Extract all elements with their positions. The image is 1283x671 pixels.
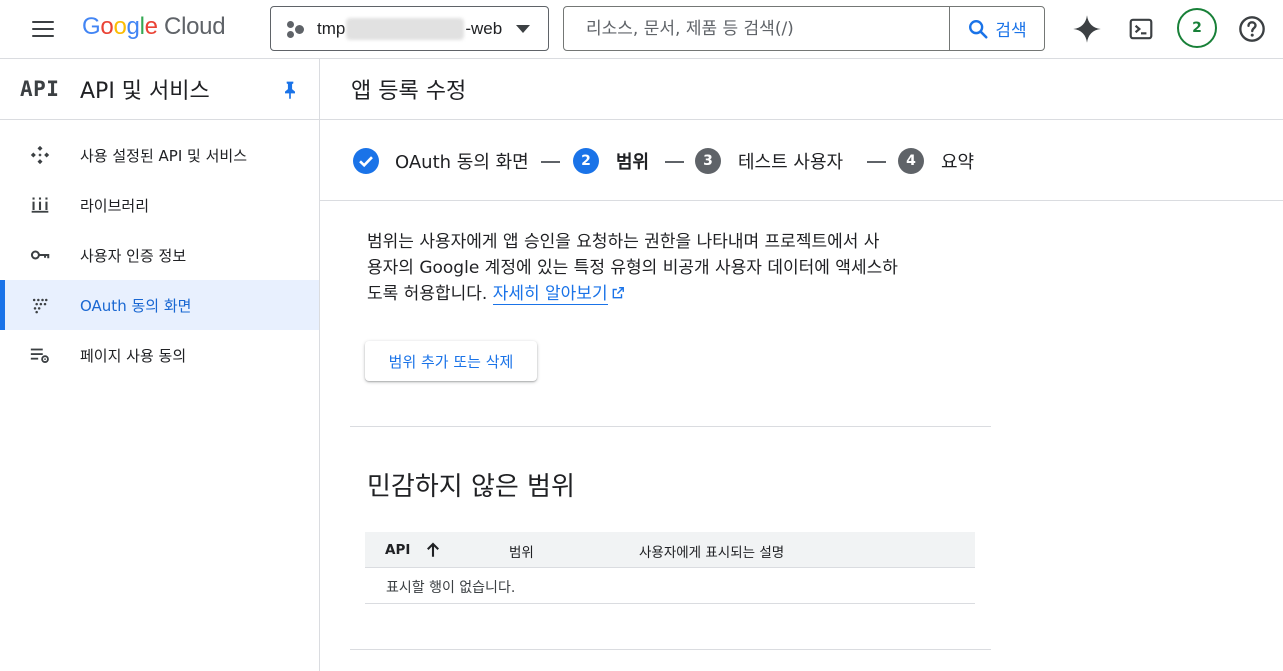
step-summary[interactable]: 4 요약 — [898, 148, 974, 174]
step-connector — [665, 161, 684, 163]
main-content: 앱 등록 수정 OAuth 동의 화면 2 범위 3 테스트 사용자 4 요약 … — [320, 59, 1283, 671]
sidebar-item-enabled-apis[interactable]: 사용 설정된 API 및 서비스 — [0, 130, 319, 180]
step-test-users[interactable]: 3 테스트 사용자 — [695, 148, 843, 174]
sidebar: API API 및 서비스 사용 설정된 API 및 서비스 라이브러리 사용자… — [0, 59, 320, 671]
sort-arrow-up-icon — [427, 542, 440, 557]
logo-letter: e — [144, 13, 158, 40]
step-oauth-consent[interactable]: OAuth 동의 화면 — [353, 148, 529, 174]
sidebar-item-credentials[interactable]: 사용자 인증 정보 — [0, 230, 319, 280]
logo-letter: o — [100, 13, 114, 40]
library-icon — [29, 194, 51, 216]
google-cloud-logo[interactable]: Google Cloud — [82, 13, 226, 41]
notification-badge[interactable]: 2 — [1177, 8, 1217, 48]
add-remove-scopes-button[interactable]: 범위 추가 또는 삭제 — [365, 341, 537, 381]
project-name: tmp -web — [317, 17, 503, 40]
step-connector — [867, 161, 886, 163]
scopes-table: API 범위 사용자에게 표시되는 설명 표시할 행이 없습니다. — [365, 532, 975, 604]
cloud-shell-terminal-icon[interactable] — [1124, 12, 1158, 46]
column-header-api[interactable]: API — [385, 541, 442, 559]
sidebar-item-library[interactable]: 라이브러리 — [0, 180, 319, 230]
non-sensitive-scopes-title: 민감하지 않은 범위 — [367, 472, 575, 502]
api-logo-icon: API — [20, 77, 60, 101]
top-bar: Google Cloud tmp-web 검색 2 — [0, 0, 1283, 59]
oauth-dots-icon — [29, 294, 51, 316]
pin-icon[interactable] — [280, 79, 300, 101]
scopes-description: 범위는 사용자에게 앱 승인을 요청하는 권한을 나타내며 프로젝트에서 사 용… — [367, 232, 898, 305]
section-divider — [350, 426, 991, 427]
table-empty-row: 표시할 행이 없습니다. — [365, 568, 975, 604]
redacted-project-id — [346, 17, 465, 40]
page-title: 앱 등록 수정 — [351, 79, 467, 104]
search-bar: 검색 — [563, 6, 1045, 51]
sidebar-nav: 사용 설정된 API 및 서비스 라이브러리 사용자 인증 정보 OAuth 동… — [0, 120, 319, 380]
logo-letter: G — [82, 13, 101, 40]
project-picker[interactable]: tmp -web — [270, 6, 549, 51]
main-menu-icon[interactable] — [31, 17, 55, 41]
column-header-user-facing-description[interactable]: 사용자에게 표시되는 설명 — [639, 541, 784, 561]
external-link-icon — [612, 287, 624, 299]
step-scopes[interactable]: 2 범위 — [573, 148, 649, 174]
stepper: OAuth 동의 화면 2 범위 3 테스트 사용자 4 요약 — [320, 120, 1283, 201]
step-number: 3 — [695, 148, 721, 174]
help-icon[interactable] — [1235, 12, 1269, 46]
sidebar-header: API API 및 서비스 — [0, 59, 319, 120]
step-number: 2 — [573, 148, 599, 174]
sidebar-item-oauth-consent[interactable]: OAuth 동의 화면 — [0, 280, 319, 330]
logo-letter: o — [113, 13, 127, 40]
search-input[interactable] — [564, 7, 949, 50]
logo-letter: g — [126, 13, 140, 40]
column-header-scope[interactable]: 범위 — [509, 541, 534, 561]
check-circle-icon — [353, 148, 379, 174]
gemini-sparkle-icon[interactable] — [1070, 12, 1104, 46]
step-connector — [541, 161, 560, 163]
key-icon — [29, 244, 51, 266]
page-header: 앱 등록 수정 — [320, 59, 1283, 120]
search-icon — [969, 19, 988, 39]
learn-more-link[interactable]: 자세히 알아보기 — [492, 284, 608, 305]
chevron-down-icon — [516, 25, 530, 33]
table-header: API 범위 사용자에게 표시되는 설명 — [365, 532, 975, 568]
api-diamond-icon — [29, 144, 51, 166]
list-settings-icon — [29, 344, 51, 366]
sidebar-title: API 및 서비스 — [80, 79, 210, 104]
project-icon — [285, 18, 307, 40]
sidebar-item-page-usage-agreements[interactable]: 페이지 사용 동의 — [0, 330, 319, 380]
step-number: 4 — [898, 148, 924, 174]
search-button[interactable]: 검색 — [949, 7, 1044, 50]
section-divider — [350, 649, 991, 650]
